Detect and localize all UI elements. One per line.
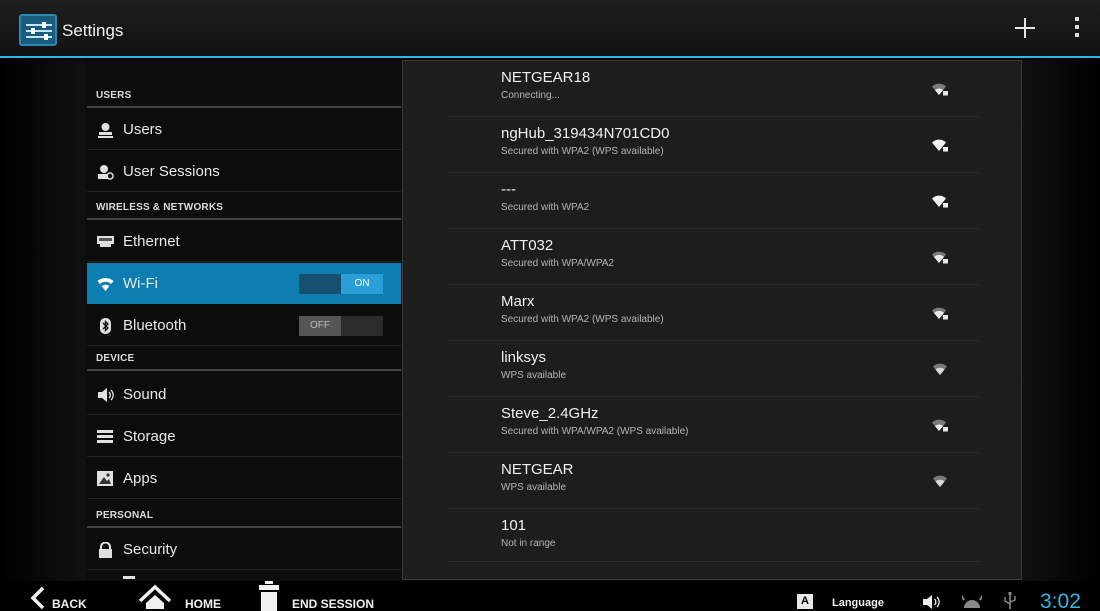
network-row[interactable]: ngHub_319434N701CD0 Secured with WPA2 (W… (447, 117, 979, 173)
clock[interactable]: 3:02 (1040, 590, 1081, 611)
next-item-peek (123, 576, 135, 579)
language-icon[interactable]: A (797, 594, 813, 609)
add-icon[interactable] (1010, 13, 1040, 43)
sidebar-item-wifi[interactable]: Wi-Fi ON (87, 263, 401, 304)
network-row[interactable]: Marx Secured with WPA2 (WPS available) (447, 285, 979, 341)
content-area: USERS Users User Sessions WIRELESS & NET… (0, 60, 1100, 581)
action-bar: Settings (0, 0, 1100, 58)
wifi-signal-icon (931, 474, 949, 488)
home-icon (138, 584, 172, 609)
language-label[interactable]: Language (832, 597, 884, 609)
sidebar-item-sound[interactable]: Sound (87, 374, 401, 415)
wifi-signal-locked-icon (931, 250, 949, 264)
settings-app-icon[interactable] (19, 14, 57, 46)
wifi-signal-locked-icon (931, 138, 949, 152)
trash-icon (259, 581, 279, 611)
category-users: USERS (87, 84, 401, 108)
wifi-networks-panel: NETGEAR18 Connecting... ngHub_319434N701… (402, 60, 1022, 580)
wifi-signal-locked-icon (931, 82, 949, 96)
sidebar-item-user-sessions[interactable]: User Sessions (87, 151, 401, 192)
wifi-signal-locked-icon (931, 194, 949, 208)
sidebar-item-apps[interactable]: Apps (87, 458, 401, 499)
apps-icon (97, 471, 114, 487)
back-arrow-icon (30, 586, 45, 610)
lock-icon (97, 541, 114, 558)
android-debug-icon (962, 595, 982, 608)
system-nav-bar: BACK HOME END SESSION A Language 3:02 (0, 581, 1100, 611)
sidebar-item-bluetooth[interactable]: Bluetooth OFF (87, 305, 401, 346)
sidebar-item-security[interactable]: Security (87, 529, 401, 570)
user-icon (97, 122, 114, 138)
network-row[interactable]: --- Secured with WPA2 (447, 173, 979, 229)
sidebar-item-ethernet[interactable]: Ethernet (87, 221, 401, 262)
sound-icon (97, 387, 114, 403)
wifi-signal-icon (931, 362, 949, 376)
sidebar-item-users[interactable]: Users (87, 109, 401, 150)
settings-headers-list: USERS Users User Sessions WIRELESS & NET… (87, 60, 401, 581)
overflow-menu-icon[interactable] (1072, 17, 1082, 41)
wifi-signal-locked-icon (931, 306, 949, 320)
network-row[interactable]: linksys WPS available (447, 341, 979, 397)
wifi-signal-locked-icon (931, 418, 949, 432)
network-row[interactable]: Steve_2.4GHz Secured with WPA/WPA2 (WPS … (447, 397, 979, 453)
volume-icon[interactable] (922, 594, 942, 610)
wifi-toggle[interactable]: ON (299, 274, 383, 294)
wifi-icon (97, 276, 114, 292)
category-wireless-networks: WIRELESS & NETWORKS (87, 196, 401, 220)
category-device: DEVICE (87, 347, 401, 371)
user-sessions-icon (97, 164, 114, 180)
sidebar-item-storage[interactable]: Storage (87, 416, 401, 457)
category-personal: PERSONAL (87, 504, 401, 528)
app-title: Settings (62, 21, 124, 40)
home-button[interactable]: HOME (138, 581, 228, 611)
end-session-button[interactable]: END SESSION (258, 581, 388, 611)
network-row[interactable]: NETGEAR18 Connecting... (447, 61, 979, 117)
bluetooth-icon (97, 318, 114, 334)
network-row[interactable]: 101 Not in range (447, 509, 979, 565)
bluetooth-toggle[interactable]: OFF (299, 316, 383, 336)
network-row[interactable]: ATT032 Secured with WPA/WPA2 (447, 229, 979, 285)
back-button[interactable]: BACK (30, 581, 92, 611)
usb-icon (1004, 592, 1016, 609)
ethernet-icon (97, 234, 114, 250)
network-row[interactable]: NETGEAR WPS available (447, 453, 979, 509)
storage-icon (97, 429, 114, 445)
